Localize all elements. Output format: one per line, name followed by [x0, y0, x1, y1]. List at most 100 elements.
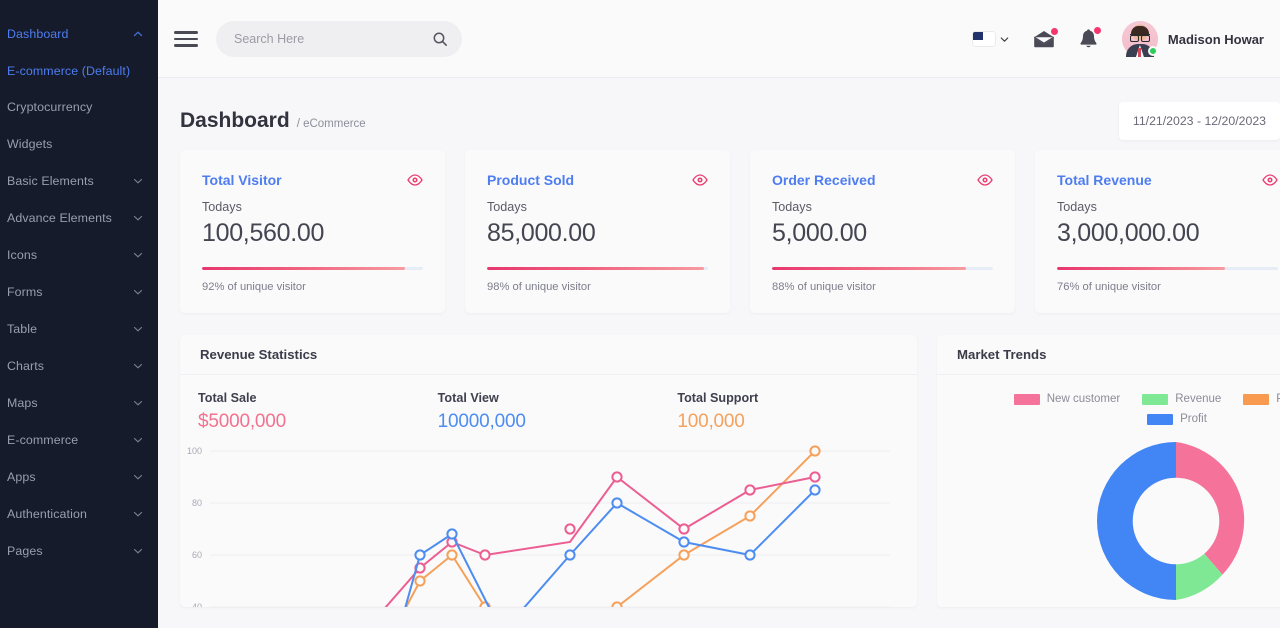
line-chart-svg: 100 80 60 40: [187, 445, 890, 607]
legend-swatch: [1013, 393, 1040, 405]
metric-label: Total View: [437, 391, 499, 405]
card-subtitle: Todays: [1057, 200, 1097, 214]
language-selector[interactable]: [972, 32, 1009, 46]
sidebar-item-forms[interactable]: Forms: [0, 276, 158, 313]
svg-text:40: 40: [192, 602, 202, 607]
metric-total-sale: Total Sale $5000,000: [198, 391, 438, 433]
legend-swatch: [1243, 393, 1270, 405]
sidebar-item-apps[interactable]: Apps: [0, 461, 158, 498]
topbar: Madison Howar: [158, 0, 1280, 78]
breadcrumb: / eCommerce: [296, 118, 366, 130]
sidebar-item-charts[interactable]: Charts: [0, 350, 158, 387]
card-footnote: 88% of unique visitor: [772, 281, 876, 293]
card-value: 5,000.00: [772, 219, 867, 247]
notifications-button[interactable]: [1079, 26, 1101, 50]
progress-track: [772, 267, 993, 270]
chevron-down-icon: [132, 508, 144, 520]
sidebar-item-label: Authentication: [7, 507, 87, 521]
search-input[interactable]: [234, 32, 432, 46]
revenue-metrics: Total Sale $5000,000 Total View 10000,00…: [180, 375, 917, 433]
market-trends-donut[interactable]: [937, 431, 1280, 607]
stat-card-total-visitor[interactable]: Total Visitor Todays 100,560.00 92% of u…: [180, 150, 445, 313]
chevron-down-icon: [132, 545, 144, 557]
card-header: Product Sold: [487, 172, 708, 188]
legend-swatch: [1142, 393, 1169, 405]
messages-badge: [1050, 28, 1058, 35]
donut-hole: [1132, 477, 1220, 565]
page-header: Dashboard / eCommerce 11/21/2023 - 12/20…: [158, 78, 1280, 140]
card-title: Product Sold: [487, 172, 575, 188]
progress-bar: [202, 267, 406, 270]
user-menu[interactable]: Madison Howar: [1121, 21, 1264, 57]
sidebar-item-basic-elements[interactable]: Basic Elements: [0, 165, 158, 202]
legend-label: Revenue: [1175, 393, 1222, 405]
sidebar-item-icons[interactable]: Icons: [0, 239, 158, 276]
metric-label: Total Support: [677, 391, 759, 405]
chart-gridlines: [210, 450, 890, 607]
hamburger-menu-icon[interactable]: [174, 27, 198, 50]
series-total-view: [404, 484, 821, 607]
stat-card-product-sold[interactable]: Product Sold Todays 85,000.00 98% of uni…: [465, 150, 730, 313]
chevron-up-icon: [132, 28, 144, 40]
stat-card-total-revenue[interactable]: Total Revenue Todays 3,000,000.00 76% of…: [1035, 150, 1280, 313]
chevron-down-icon: [132, 360, 144, 372]
metric-total-support: Total Support 100,000: [677, 391, 917, 433]
metric-value: 100,000: [677, 411, 745, 432]
progress-bar: [772, 267, 967, 270]
eye-icon[interactable]: [692, 172, 708, 186]
eye-icon[interactable]: [977, 172, 993, 186]
sidebar-item-dashboard[interactable]: Dashboard: [0, 18, 158, 50]
sidebar-item-table[interactable]: Table: [0, 313, 158, 350]
chevron-down-icon: [132, 323, 144, 335]
sidebar-item-widgets[interactable]: Widgets: [0, 128, 158, 165]
progress-track: [487, 267, 708, 270]
sidebar-item-label: Widgets: [7, 137, 53, 151]
notifications-badge: [1093, 26, 1101, 34]
progress-track: [202, 267, 423, 270]
sidebar-item-label: E-commerce (Default): [7, 64, 131, 78]
series-total-sale: [384, 471, 821, 607]
legend-item-product-sold[interactable]: Product sold: [1243, 393, 1280, 405]
card-footnote: 76% of unique visitor: [1057, 281, 1161, 293]
eye-icon[interactable]: [1262, 172, 1278, 186]
messages-button[interactable]: [1033, 28, 1058, 48]
svg-text:100: 100: [187, 446, 202, 456]
sidebar-item-ecommerce-default[interactable]: E-commerce (Default): [0, 50, 158, 92]
chevron-down-icon: [132, 286, 144, 298]
sidebar-item-ecommerce[interactable]: E-commerce: [0, 424, 158, 461]
sidebar-item-cryptocurrency[interactable]: Cryptocurrency: [0, 92, 158, 128]
market-trends-panel: Market Trends New customer Revenue Produ…: [937, 335, 1280, 607]
market-trends-legend: New customer Revenue Product sold Profit: [937, 375, 1280, 425]
sidebar-item-pages[interactable]: Pages: [0, 535, 158, 567]
card-subtitle: Todays: [487, 200, 527, 214]
legend-item-profit[interactable]: Profit: [977, 413, 1280, 425]
svg-text:80: 80: [192, 498, 202, 508]
eye-icon[interactable]: [407, 172, 423, 186]
card-title: Total Revenue: [1057, 172, 1152, 188]
page-title: Dashboard: [180, 109, 290, 132]
search-icon[interactable]: [432, 31, 448, 47]
stat-card-order-received[interactable]: Order Received Todays 5,000.00 88% of un…: [750, 150, 1015, 313]
sidebar-item-authentication[interactable]: Authentication: [0, 498, 158, 535]
date-range-picker[interactable]: 11/21/2023 - 12/20/2023: [1118, 102, 1280, 140]
card-value: 85,000.00: [487, 219, 596, 247]
card-header: Total Revenue: [1057, 172, 1278, 188]
donut-chart-svg: [1097, 441, 1245, 601]
avatar: [1121, 21, 1158, 57]
legend-label: New customer: [1046, 393, 1121, 405]
legend-item-revenue[interactable]: Revenue: [1142, 393, 1221, 405]
topbar-actions: Madison Howar: [972, 21, 1266, 57]
metric-total-view: Total View 10000,000: [438, 391, 678, 433]
sidebar-item-label: Forms: [7, 285, 43, 299]
panel-title: Revenue Statistics: [180, 335, 917, 375]
main-area: Adomx: [158, 0, 1280, 628]
app-root: Dashboard E-commerce (Default) Cryptocur…: [0, 0, 1280, 628]
legend-item-new-customer[interactable]: New customer: [1013, 393, 1121, 405]
chevron-down-icon: [132, 212, 144, 224]
revenue-statistics-panel: Revenue Statistics Total Sale $5000,000 …: [180, 335, 917, 607]
sidebar-item-maps[interactable]: Maps: [0, 387, 158, 424]
search-box[interactable]: [216, 21, 462, 57]
progress-track: [1057, 267, 1278, 270]
revenue-line-chart[interactable]: 100 80 60 40: [180, 433, 917, 607]
sidebar-item-advance-elements[interactable]: Advance Elements: [0, 202, 158, 239]
